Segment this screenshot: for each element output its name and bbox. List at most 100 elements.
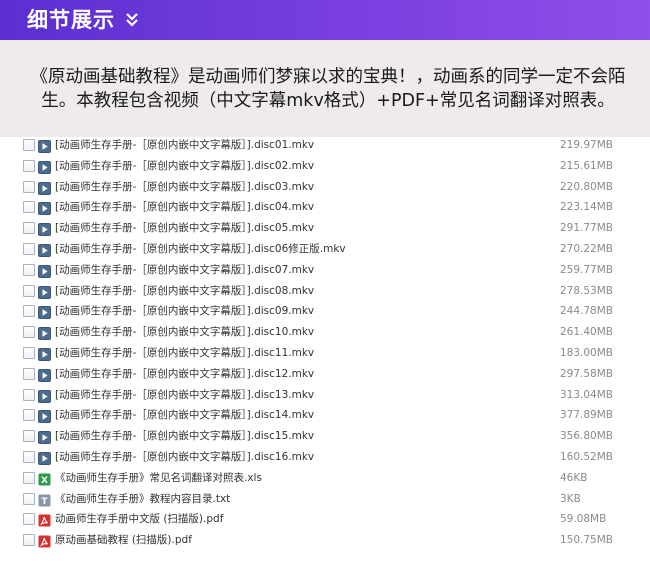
video-file-icon [38, 180, 51, 195]
video-file-icon [38, 200, 51, 216]
file-checkbox[interactable] [23, 222, 35, 235]
file-row[interactable]: X 《动画师生存手册》常见名词翻译对照表.xls 46KB [0, 468, 650, 489]
file-size: 313.04MB [560, 388, 614, 401]
file-name[interactable]: [动画师生存手册-［原创内嵌中文字幕版］].disc15.mkv [55, 429, 314, 443]
excel-file-icon: X [38, 471, 51, 486]
file-name[interactable]: [动画师生存手册-［原创内嵌中文字幕版］].disc04.mkv [55, 200, 314, 214]
double-chevron-down-icon [126, 13, 138, 27]
file-checkbox[interactable] [23, 263, 35, 276]
video-file-icon [38, 138, 51, 153]
video-file-icon [38, 450, 51, 465]
file-size: 150.75MB [560, 534, 614, 547]
file-name[interactable]: 原动画基础教程 (扫描版).pdf [55, 533, 192, 547]
header-bar: 细节展示 [0, 0, 650, 40]
file-size: 215.61MB [560, 159, 614, 172]
video-file-icon [38, 284, 51, 299]
file-name[interactable]: 《动画师生存手册》教程内容目录.txt [55, 492, 230, 506]
file-size: 59.08MB [560, 513, 607, 526]
file-name[interactable]: [动画师生存手册-［原创内嵌中文字幕版］].disc08.mkv [55, 284, 314, 298]
file-row[interactable]: [动画师生存手册-［原创内嵌中文字幕版］].disc04.mkv 223.14MB [0, 197, 650, 218]
file-name[interactable]: [动画师生存手册-［原创内嵌中文字幕版］].disc09.mkv [55, 304, 314, 318]
file-name[interactable]: [动画师生存手册-［原创内嵌中文字幕版］].disc02.mkv [55, 159, 314, 173]
file-checkbox[interactable] [23, 409, 35, 422]
file-list: [动画师生存手册-［原创内嵌中文字幕版］].disc01.mkv 219.97MB… [0, 135, 650, 551]
pdf-file-icon [38, 512, 51, 527]
file-row[interactable]: [动画师生存手册-［原创内嵌中文字幕版］].disc15.mkv 356.80MB [0, 426, 650, 447]
file-checkbox[interactable] [23, 388, 35, 401]
file-name[interactable]: [动画师生存手册-［原创内嵌中文字幕版］].disc05.mkv [55, 221, 314, 235]
file-name[interactable]: [动画师生存手册-［原创内嵌中文字幕版］].disc13.mkv [55, 388, 314, 402]
file-size: 223.14MB [560, 201, 614, 214]
video-file-icon [38, 346, 51, 361]
file-row[interactable]: [动画师生存手册-［原创内嵌中文字幕版］].disc16.mkv 160.52MB [0, 447, 650, 468]
file-row[interactable]: [动画师生存手册-［原创内嵌中文字幕版］].disc10.mkv 261.40MB [0, 322, 650, 343]
file-name[interactable]: 动画师生存手册中文版 (扫描版).pdf [55, 512, 223, 526]
file-checkbox[interactable] [23, 534, 35, 547]
svg-text:X: X [41, 476, 48, 486]
file-row[interactable]: 原动画基础教程 (扫描版).pdf 150.75MB [0, 530, 650, 551]
file-checkbox[interactable] [23, 305, 35, 318]
file-name[interactable]: [动画师生存手册-［原创内嵌中文字幕版］].disc01.mkv [55, 138, 314, 152]
file-checkbox[interactable] [23, 513, 35, 526]
video-file-icon [38, 325, 51, 341]
file-size: 270.22MB [560, 242, 614, 255]
file-size: 377.89MB [560, 409, 614, 422]
file-size: 244.78MB [560, 305, 614, 318]
file-size: 183.00MB [560, 346, 614, 359]
file-row[interactable]: [动画师生存手册-［原创内嵌中文字幕版］].disc14.mkv 377.89MB [0, 405, 650, 426]
video-file-icon [38, 408, 51, 424]
file-row[interactable]: [动画师生存手册-［原创内嵌中文字幕版］].disc06修正版.mkv 270.2… [0, 239, 650, 260]
file-checkbox[interactable] [23, 450, 35, 463]
file-row[interactable]: [动画师生存手册-［原创内嵌中文字幕版］].disc11.mkv 183.00MB [0, 343, 650, 364]
file-name[interactable]: [动画师生存手册-［原创内嵌中文字幕版］].disc07.mkv [55, 263, 314, 277]
file-row[interactable]: [动画师生存手册-［原创内嵌中文字幕版］].disc09.mkv 244.78MB [0, 301, 650, 322]
file-checkbox[interactable] [23, 284, 35, 297]
file-size: 278.53MB [560, 284, 614, 297]
video-file-icon [38, 242, 51, 257]
file-name[interactable]: [动画师生存手册-［原创内嵌中文字幕版］].disc14.mkv [55, 408, 314, 422]
intro-box: 《原动画基础教程》是动画师们梦寐以求的宝典！，动画系的同学一定不会陌生。本教程包… [0, 40, 650, 137]
file-size: 3KB [560, 492, 581, 505]
file-name[interactable]: [动画师生存手册-［原创内嵌中文字幕版］].disc06修正版.mkv [55, 242, 346, 256]
file-name[interactable]: 《动画师生存手册》常见名词翻译对照表.xls [55, 471, 262, 485]
file-checkbox[interactable] [23, 159, 35, 172]
video-file-icon [38, 159, 51, 174]
text-file-icon: T [38, 492, 51, 507]
video-file-icon [38, 304, 51, 320]
file-checkbox[interactable] [23, 492, 35, 505]
file-row[interactable]: [动画师生存手册-［原创内嵌中文字幕版］].disc12.mkv 297.58MB [0, 364, 650, 385]
file-row[interactable]: [动画师生存手册-［原创内嵌中文字幕版］].disc07.mkv 259.77MB [0, 260, 650, 281]
file-row[interactable]: [动画师生存手册-［原创内嵌中文字幕版］].disc05.mkv 291.77MB [0, 218, 650, 239]
file-size: 261.40MB [560, 326, 614, 339]
file-checkbox[interactable] [23, 201, 35, 214]
file-name[interactable]: [动画师生存手册-［原创内嵌中文字幕版］].disc11.mkv [55, 346, 314, 360]
file-row[interactable]: [动画师生存手册-［原创内嵌中文字幕版］].disc03.mkv 220.80MB [0, 177, 650, 198]
file-row[interactable]: 动画师生存手册中文版 (扫描版).pdf 59.08MB [0, 509, 650, 530]
pdf-file-icon [38, 533, 51, 548]
intro-description: 《原动画基础教程》是动画师们梦寐以求的宝典！，动画系的同学一定不会陌生。本教程包… [30, 67, 626, 111]
file-name[interactable]: [动画师生存手册-［原创内嵌中文字幕版］].disc16.mkv [55, 450, 314, 464]
file-row[interactable]: T 《动画师生存手册》教程内容目录.txt 3KB [0, 489, 650, 510]
file-name[interactable]: [动画师生存手册-［原创内嵌中文字幕版］].disc10.mkv [55, 325, 314, 339]
file-row[interactable]: [动画师生存手册-［原创内嵌中文字幕版］].disc01.mkv 219.97MB [0, 135, 650, 156]
file-checkbox[interactable] [23, 367, 35, 380]
video-file-icon [38, 263, 51, 278]
section-title: 细节展示 [27, 8, 115, 32]
file-row[interactable]: [动画师生存手册-［原创内嵌中文字幕版］].disc13.mkv 313.04MB [0, 385, 650, 406]
file-checkbox[interactable] [23, 346, 35, 359]
file-row[interactable]: [动画师生存手册-［原创内嵌中文字幕版］].disc02.mkv 215.61MB [0, 156, 650, 177]
file-name[interactable]: [动画师生存手册-［原创内嵌中文字幕版］].disc03.mkv [55, 180, 314, 194]
file-checkbox[interactable] [23, 139, 35, 151]
file-size: 160.52MB [560, 450, 614, 463]
file-row[interactable]: [动画师生存手册-［原创内嵌中文字幕版］].disc08.mkv 278.53MB [0, 281, 650, 302]
file-name[interactable]: [动画师生存手册-［原创内嵌中文字幕版］].disc12.mkv [55, 367, 314, 381]
file-checkbox[interactable] [23, 326, 35, 339]
file-checkbox[interactable] [23, 430, 35, 443]
svg-text:T: T [41, 497, 48, 507]
file-checkbox[interactable] [23, 180, 35, 193]
file-size: 356.80MB [560, 430, 614, 443]
file-checkbox[interactable] [23, 471, 35, 484]
file-checkbox[interactable] [23, 242, 35, 255]
video-file-icon [38, 367, 51, 382]
file-size: 297.58MB [560, 367, 614, 380]
